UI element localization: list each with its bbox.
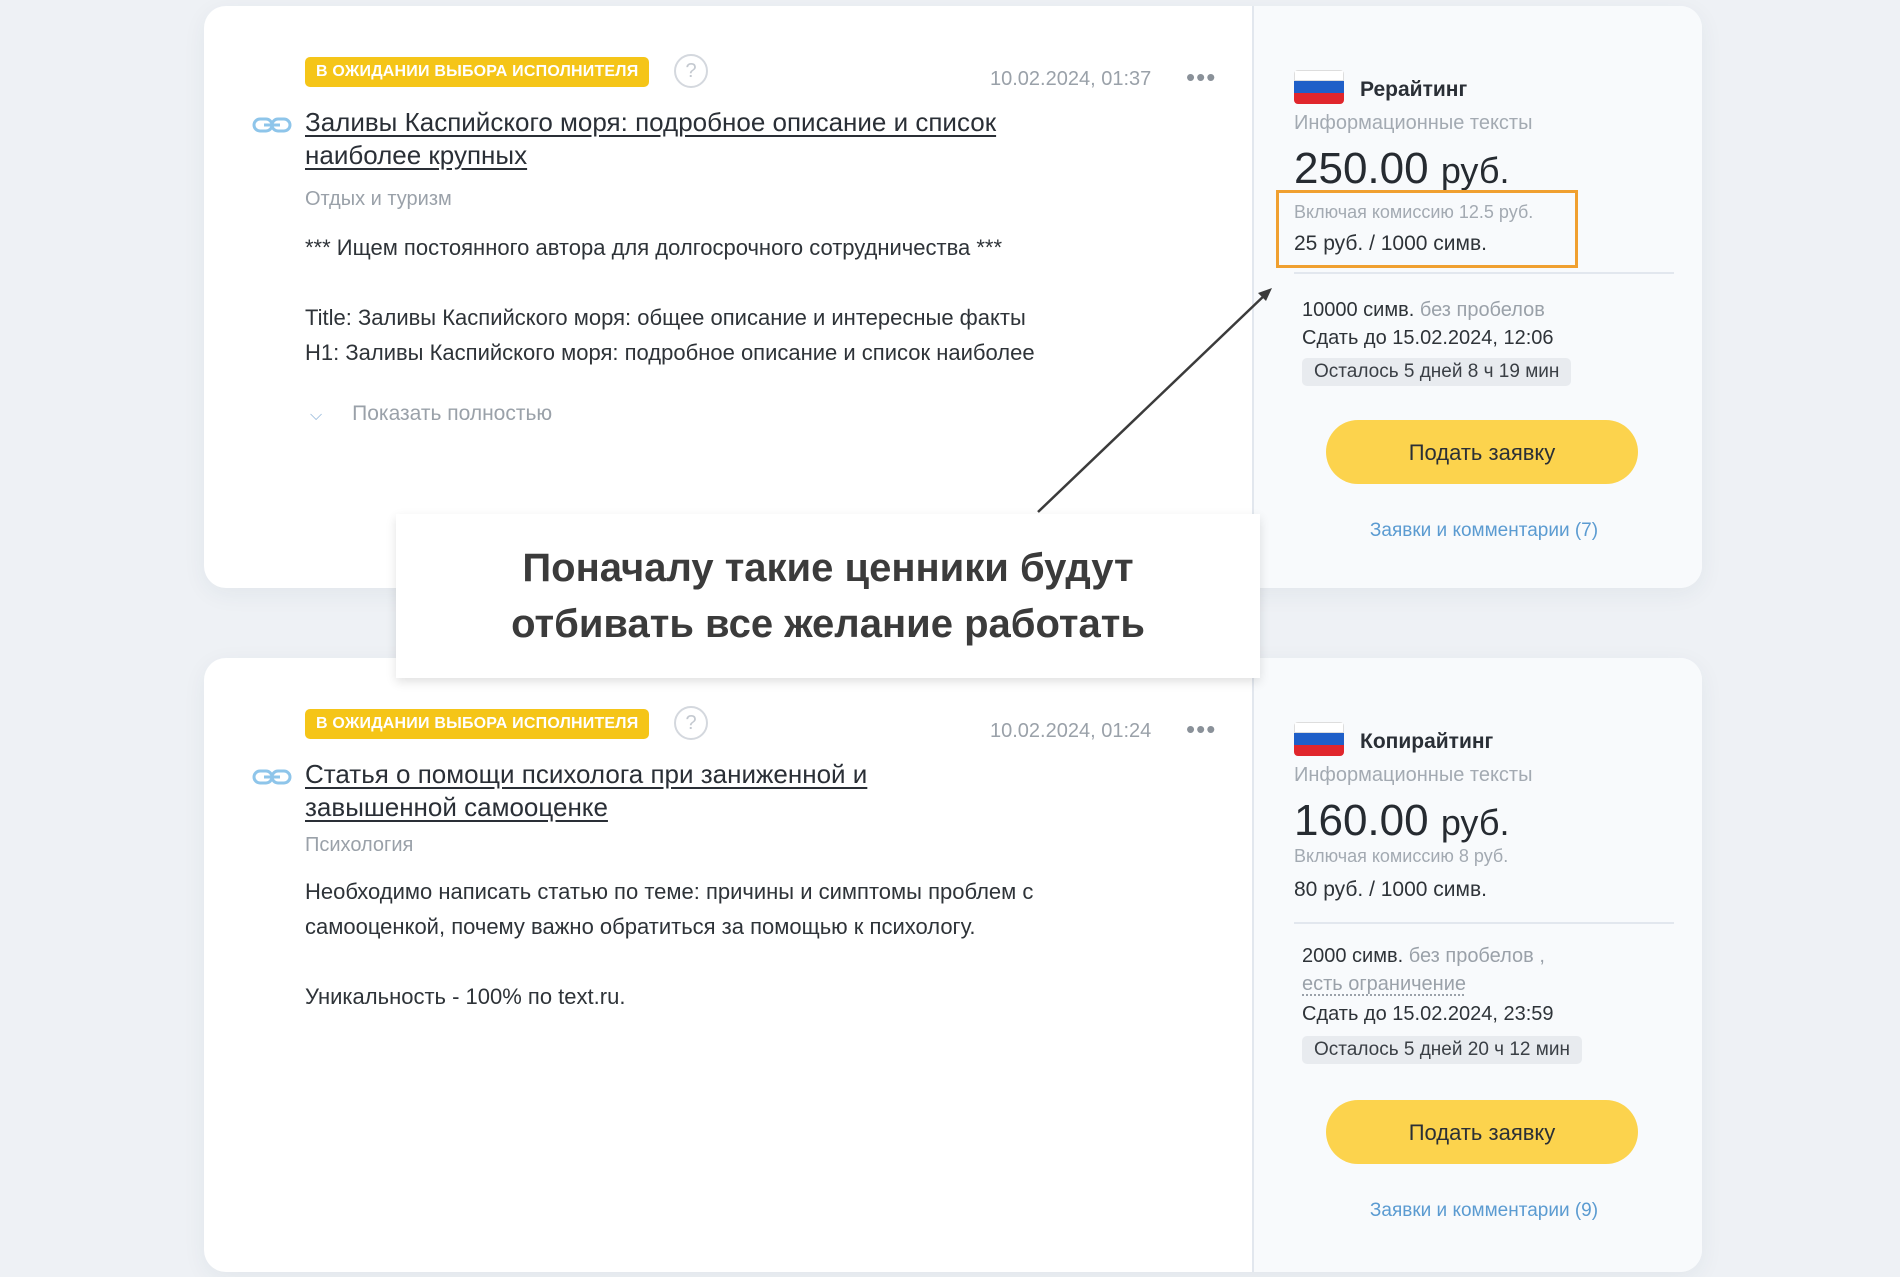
order-title[interactable]: Статья о помощи психолога при заниженной… <box>305 758 1025 824</box>
comments-link[interactable]: Заявки и комментарии (9) <box>1254 1200 1702 1222</box>
order-type: Рерайтинг <box>1360 78 1468 101</box>
description-line <box>305 265 1145 300</box>
status-badge: В ожидании выбора исполнителя <box>305 709 650 739</box>
order-category: Отдых и туризм <box>305 188 452 210</box>
order-card: В ожидании выбора исполнителя ? 10.02.20… <box>204 658 1702 1272</box>
show-more-label: Показать полностью <box>352 402 553 425</box>
order-subtype: Информационные тексты <box>1294 764 1533 786</box>
length-value: 10000 симв. <box>1302 299 1415 321</box>
order-type: Копирайтинг <box>1360 730 1494 753</box>
price-highlight-box <box>1276 190 1578 268</box>
order-price: 250.00 руб. <box>1294 144 1509 194</box>
annotation-line: Поначалу такие ценники будут <box>522 546 1134 590</box>
order-main: В ожидании выбора исполнителя ? 10.02.20… <box>204 6 1252 588</box>
rate-text: 80 руб. / 1000 симв. <box>1294 878 1487 901</box>
order-date: 10.02.2024, 01:24 <box>990 720 1152 742</box>
order-category: Психология <box>305 834 414 856</box>
order-subtype: Информационные тексты <box>1294 112 1533 134</box>
length-note: без пробелов <box>1419 299 1545 321</box>
help-icon[interactable]: ? <box>674 54 708 88</box>
help-icon[interactable]: ? <box>674 706 708 740</box>
annotation-callout: Поначалу такие ценники будут отбивать вс… <box>396 514 1260 678</box>
link-icon[interactable] <box>252 766 292 788</box>
time-remaining-badge: Осталось 5 дней 8 ч 19 мин <box>1302 358 1572 386</box>
length-note: без пробелов , <box>1408 945 1545 967</box>
price-currency: руб. <box>1440 150 1510 191</box>
order-sidebar: Рерайтинг Информационные тексты 250.00 р… <box>1252 6 1702 588</box>
status-badge: В ожидании выбора исполнителя <box>305 57 650 87</box>
commission-text: Включая комиссию 8 руб. <box>1294 846 1509 866</box>
order-card: В ожидании выбора исполнителя ? 10.02.20… <box>204 6 1702 588</box>
more-options-icon[interactable]: ••• <box>1186 62 1216 93</box>
length-value: 2000 симв. <box>1302 945 1404 967</box>
description-line: H1: Заливы Каспийского моря: подробное о… <box>305 340 1035 365</box>
length-info: 2000 симв. без пробелов , <box>1302 942 1545 970</box>
order-price: 160.00 руб. <box>1294 796 1509 846</box>
chevron-down-icon: ⌵ <box>310 407 323 424</box>
divider <box>1294 272 1674 274</box>
russia-flag-icon <box>1294 722 1344 756</box>
order-description: Необходимо написать статью по теме: прич… <box>305 874 1145 1014</box>
description-line: самооценкой, почему важно обратиться за … <box>305 914 976 939</box>
length-info: 10000 симв. без пробелов <box>1302 296 1545 324</box>
price-value: 250.00 <box>1294 144 1429 193</box>
order-description: *** Ищем постоянного автора для долгосро… <box>305 230 1145 370</box>
order-sidebar: Копирайтинг Информационные тексты 160.00… <box>1252 658 1702 1272</box>
russia-flag-icon <box>1294 70 1344 104</box>
description-line <box>305 944 1145 979</box>
restriction-label[interactable]: есть ограничение <box>1302 973 1466 995</box>
description-line: Необходимо написать статью по теме: прич… <box>305 879 1034 904</box>
annotation-line: отбивать все желание работать <box>511 602 1145 646</box>
apply-button[interactable]: Подать заявку <box>1326 1100 1638 1164</box>
price-value: 160.00 <box>1294 796 1429 845</box>
price-currency: руб. <box>1440 802 1510 843</box>
show-more-link[interactable]: ⌵ Показать полностью <box>310 402 552 426</box>
order-date: 10.02.2024, 01:37 <box>990 68 1152 90</box>
description-line: Уникальность - 100% по text.ru. <box>305 984 626 1009</box>
order-main: В ожидании выбора исполнителя ? 10.02.20… <box>204 658 1252 1272</box>
time-remaining-badge: Осталось 5 дней 20 ч 12 мин <box>1302 1036 1582 1064</box>
divider <box>1294 922 1674 924</box>
comments-link[interactable]: Заявки и комментарии (7) <box>1254 520 1702 542</box>
order-title[interactable]: Заливы Каспийского моря: подробное описа… <box>305 106 1025 172</box>
deadline-text: Сдать до 15.02.2024, 23:59 <box>1302 1003 1554 1025</box>
more-options-icon[interactable]: ••• <box>1186 714 1216 745</box>
description-line: Title: Заливы Каспийского моря: общее оп… <box>305 305 1026 330</box>
restriction-link[interactable]: есть ограничение <box>1302 970 1466 998</box>
deadline-text: Сдать до 15.02.2024, 12:06 <box>1302 327 1554 349</box>
apply-button[interactable]: Подать заявку <box>1326 420 1638 484</box>
description-line: *** Ищем постоянного автора для долгосро… <box>305 235 1003 260</box>
link-icon[interactable] <box>252 114 292 136</box>
